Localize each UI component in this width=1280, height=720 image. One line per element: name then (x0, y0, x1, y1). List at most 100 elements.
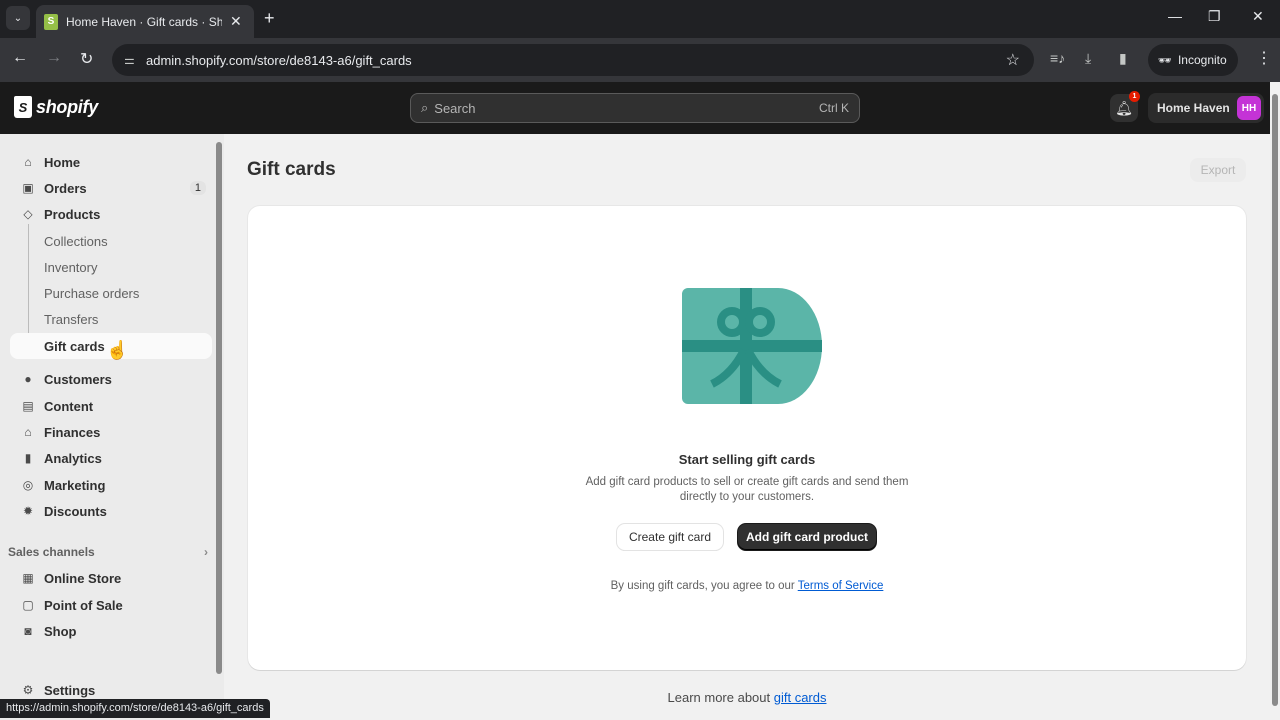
discount-icon: ✹ (22, 504, 34, 518)
sidebar-item-inventory[interactable]: Inventory (10, 254, 212, 280)
forward-icon[interactable]: → (46, 49, 62, 67)
incognito-indicator[interactable]: 🕶 Incognito (1148, 44, 1238, 76)
add-gift-card-product-button[interactable]: Add gift card product (738, 524, 876, 550)
sidebar-item-marketing[interactable]: ◎ Marketing (10, 472, 212, 498)
learn-more-prefix: Learn more about (667, 690, 774, 705)
sidebar-item-label: Transfers (44, 311, 99, 327)
store-menu-button[interactable]: Home Haven HH (1148, 93, 1264, 123)
sidebar: ↳ ⌂ Home ▣ Orders 1 ◇ Products Collectio… (0, 134, 224, 720)
sidebar-item-home[interactable]: ⌂ Home (10, 149, 212, 175)
download-icon[interactable]: ⤓ (1085, 50, 1091, 67)
terms-of-service-link[interactable]: Terms of Service (798, 580, 884, 592)
browser-tab-active[interactable]: S Home Haven · Gift cards · Shop ✕ (36, 5, 254, 38)
person-icon: ● (24, 372, 32, 386)
sidebar-item-content[interactable]: ▤ Content (10, 393, 212, 419)
sidebar-item-collections[interactable]: Collections (10, 228, 212, 254)
search-shortcut: Ctrl K (819, 101, 849, 115)
address-bar[interactable]: ⚌ admin.shopify.com/store/de8143-a6/gift… (112, 44, 1034, 76)
sales-channels-header[interactable]: Sales channels › (8, 545, 208, 559)
media-control-icon[interactable]: ≡♪ (1050, 50, 1065, 66)
sidebar-item-discounts[interactable]: ✹ Discounts (10, 498, 212, 524)
pos-icon: ▢ (22, 598, 34, 612)
sidebar-item-online-store[interactable]: ▦ Online Store (10, 565, 212, 591)
sidebar-item-analytics[interactable]: ▮ Analytics (10, 445, 212, 471)
gear-icon: ⚙ (22, 683, 34, 697)
notifications-button[interactable]: 🔔︎ 1 (1110, 91, 1140, 122)
minimize-icon[interactable]: — (1168, 8, 1182, 24)
url-text[interactable]: admin.shopify.com/store/de8143-a6/gift_c… (146, 53, 412, 68)
bank-icon: ⌂ (24, 425, 32, 439)
browser-menu-icon[interactable]: ⋮ (1256, 48, 1272, 68)
sidebar-item-label: Purchase orders (44, 285, 140, 301)
sidebar-item-label: Collections (44, 233, 108, 249)
sidebar-item-label: Analytics (44, 450, 102, 466)
home-icon: ⌂ (24, 155, 32, 169)
bookmark-star-icon[interactable]: ☆ (1006, 50, 1020, 70)
chevron-down-icon: ⌄ (13, 12, 23, 24)
tab-close-icon[interactable]: ✕ (230, 13, 242, 30)
sidebar-item-label: Online Store (44, 570, 122, 586)
create-gift-card-button[interactable]: Create gift card (617, 524, 723, 550)
notification-badge: 1 (1129, 91, 1140, 102)
orders-count-badge: 1 (189, 181, 206, 195)
terms-text: By using gift cards, you agree to our Te… (248, 580, 1246, 592)
sidebar-item-point-of-sale[interactable]: ▢ Point of Sale (10, 592, 212, 618)
chevron-right-icon: › (204, 545, 208, 559)
logo-text: shopify (36, 96, 98, 117)
sidebar-item-shop[interactable]: ◙ Shop (10, 618, 212, 644)
bar-chart-icon: ▮ (24, 451, 32, 465)
tag-icon: ◇ (23, 207, 33, 221)
sidebar-item-label: Orders (44, 180, 87, 196)
learn-more-text: Learn more about gift cards (248, 690, 1246, 705)
sidebar-item-label: Discounts (44, 503, 107, 519)
sidebar-item-label: Content (44, 398, 94, 414)
store-icon: ▦ (22, 571, 34, 585)
status-bar-url: https://admin.shopify.com/store/de8143-a… (0, 699, 270, 718)
sidebar-item-label: Gift cards (44, 338, 105, 354)
main-scrollbar-thumb[interactable] (1272, 94, 1278, 706)
sidebar-item-purchase-orders[interactable]: Purchase orders (10, 280, 212, 306)
sidebar-item-transfers[interactable]: Transfers (10, 306, 212, 332)
site-info-icon[interactable]: ⚌ (124, 53, 144, 67)
sales-channels-label: Sales channels (8, 545, 95, 559)
empty-state-title: Start selling gift cards (678, 452, 816, 467)
store-name: Home Haven (1157, 101, 1230, 115)
main-scrollbar[interactable] (1270, 82, 1280, 720)
terms-prefix: By using gift cards, you agree to our (610, 580, 798, 592)
sidebar-item-products[interactable]: ◇ Products (10, 201, 212, 227)
reload-icon[interactable]: ↻ (80, 49, 93, 69)
search-icon: ⌕ (421, 100, 429, 115)
target-icon: ◎ (22, 478, 34, 492)
browser-tabstrip: ⌄ S Home Haven · Gift cards · Shop ✕ + —… (0, 0, 1280, 38)
empty-state-card: Start selling gift cards Add gift card p… (248, 206, 1246, 670)
incognito-label: Incognito (1177, 53, 1227, 67)
sidebar-item-label: Shop (44, 623, 77, 639)
inbox-icon: ▣ (22, 181, 34, 195)
sidebar-item-label: Marketing (44, 477, 106, 493)
sidebar-item-label: Inventory (44, 259, 98, 275)
sidebar-item-orders[interactable]: ▣ Orders 1 (10, 175, 212, 201)
gift-cards-help-link[interactable]: gift cards (774, 690, 827, 705)
incognito-icon: 🕶 (1158, 54, 1172, 67)
search-placeholder: Search (434, 100, 476, 116)
tab-list-button[interactable]: ⌄ (6, 6, 30, 30)
sidebar-item-label: Products (44, 206, 101, 222)
sidebar-item-label: Settings (44, 682, 96, 698)
export-button[interactable]: Export (1190, 158, 1246, 182)
shopify-logo[interactable]: S shopify (14, 96, 98, 118)
empty-state-description: Add gift card products to sell or create… (585, 476, 909, 503)
restore-icon[interactable]: ❐ (1208, 8, 1221, 25)
shop-icon: ◙ (24, 624, 32, 638)
window-close-icon[interactable]: ✕ (1252, 8, 1264, 25)
side-panel-icon[interactable]: ▮ (1119, 50, 1127, 67)
sidebar-item-finances[interactable]: ⌂ Finances (10, 419, 212, 445)
hand-cursor-icon: ☝ (106, 340, 129, 360)
new-tab-button[interactable]: + (264, 8, 275, 29)
image-icon: ▤ (22, 399, 34, 413)
sidebar-item-customers[interactable]: ● Customers (10, 366, 212, 392)
back-icon[interactable]: ← (12, 49, 28, 67)
search-input[interactable]: ⌕ Search Ctrl K (410, 93, 860, 123)
avatar: HH (1237, 96, 1261, 120)
sidebar-scrollbar[interactable] (216, 142, 222, 674)
sidebar-item-label: Finances (44, 424, 101, 440)
